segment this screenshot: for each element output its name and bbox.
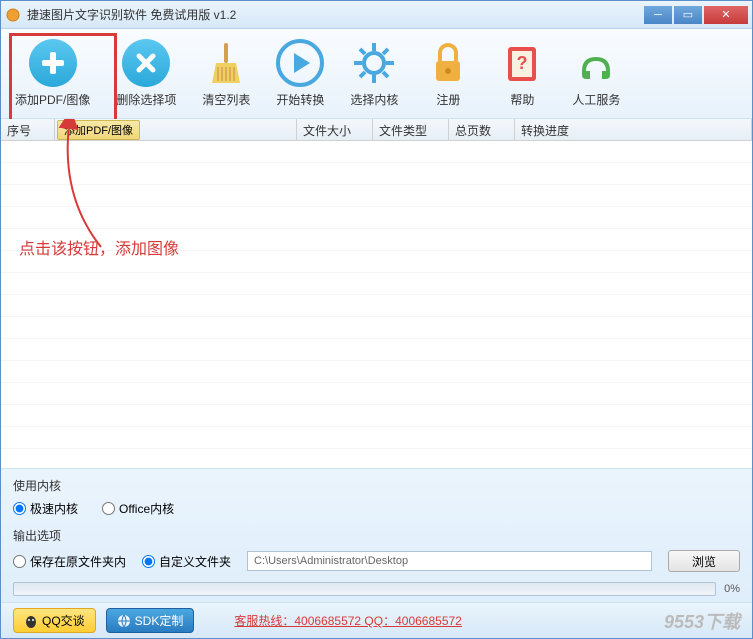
output-section-label: 输出选项 — [13, 527, 740, 544]
app-icon — [5, 7, 21, 23]
sdk-custom-button[interactable]: SDK定制 — [106, 608, 195, 633]
table-header: 序号 添加PDF/图像 文件大小 文件类型 总页数 转换进度 — [1, 119, 752, 141]
close-button[interactable]: ✕ — [704, 6, 748, 24]
clear-list-button[interactable]: 清空列表 — [198, 37, 254, 114]
titlebar: 捷速图片文字识别软件 免费试用版 v1.2 ─ ▭ ✕ — [1, 1, 752, 29]
x-icon — [122, 39, 170, 87]
col-seq: 序号 — [1, 119, 55, 140]
browse-button[interactable]: 浏览 — [668, 550, 740, 572]
output-path-input[interactable] — [247, 551, 652, 571]
gear-icon — [350, 39, 398, 87]
engine-section-label: 使用内核 — [13, 477, 740, 494]
file-table: 序号 添加PDF/图像 文件大小 文件类型 总页数 转换进度 点击该按钮，添加图… — [1, 119, 752, 468]
help-button[interactable]: ? 帮助 — [494, 37, 550, 114]
plus-icon — [29, 39, 77, 87]
window-title: 捷速图片文字识别软件 免费试用版 v1.2 — [27, 6, 644, 23]
engine-fast-radio[interactable]: 极速内核 — [13, 500, 78, 517]
progress-percent: 0% — [724, 583, 740, 595]
select-engine-button[interactable]: 选择内核 — [346, 37, 402, 114]
qq-chat-button[interactable]: QQ交谈 — [13, 608, 96, 633]
watermark: 9553下载 — [664, 608, 740, 634]
minimize-button[interactable]: ─ — [644, 6, 672, 24]
output-custom-folder-radio[interactable]: 自定义文件夹 — [142, 553, 231, 570]
customer-service-button[interactable]: 人工服务 — [568, 37, 624, 114]
col-file: 添加PDF/图像 — [55, 119, 297, 140]
globe-icon — [117, 614, 131, 628]
maximize-button[interactable]: ▭ — [674, 6, 702, 24]
col-progress: 转换进度 — [515, 119, 752, 140]
broom-icon — [202, 39, 250, 87]
progress-bar — [13, 582, 716, 596]
register-button[interactable]: 注册 — [420, 37, 476, 114]
play-icon — [276, 39, 324, 87]
add-pdf-image-button[interactable]: 添加PDF/图像 — [11, 37, 94, 114]
engine-office-radio[interactable]: Office内核 — [102, 500, 174, 517]
svg-text:?: ? — [517, 53, 528, 73]
col-type: 文件类型 — [373, 119, 449, 140]
col-size: 文件大小 — [297, 119, 373, 140]
output-same-folder-radio[interactable]: 保存在原文件夹内 — [13, 553, 126, 570]
lock-icon — [424, 39, 472, 87]
annotation-text: 点击该按钮，添加图像 — [19, 235, 179, 259]
delete-selection-button[interactable]: 删除选择项 — [112, 37, 180, 114]
footer: QQ交谈 SDK定制 客服热线：4006685572 QQ：4006685572… — [1, 602, 752, 638]
table-body: 点击该按钮，添加图像 — [1, 141, 752, 451]
start-convert-button[interactable]: 开始转换 — [272, 37, 328, 114]
phone-icon — [572, 39, 620, 87]
qq-icon — [24, 614, 38, 628]
toolbar: 添加PDF/图像 删除选择项 清空列表 开始转换 选择内核 — [1, 29, 752, 119]
hotline-text[interactable]: 客服热线：4006685572 QQ：4006685572 — [234, 612, 461, 629]
add-file-header-button[interactable]: 添加PDF/图像 — [57, 120, 140, 140]
settings-panel: 使用内核 极速内核 Office内核 输出选项 保存在原文件夹内 自定义文件夹 … — [1, 468, 752, 602]
help-book-icon: ? — [498, 39, 546, 87]
col-pages: 总页数 — [449, 119, 515, 140]
